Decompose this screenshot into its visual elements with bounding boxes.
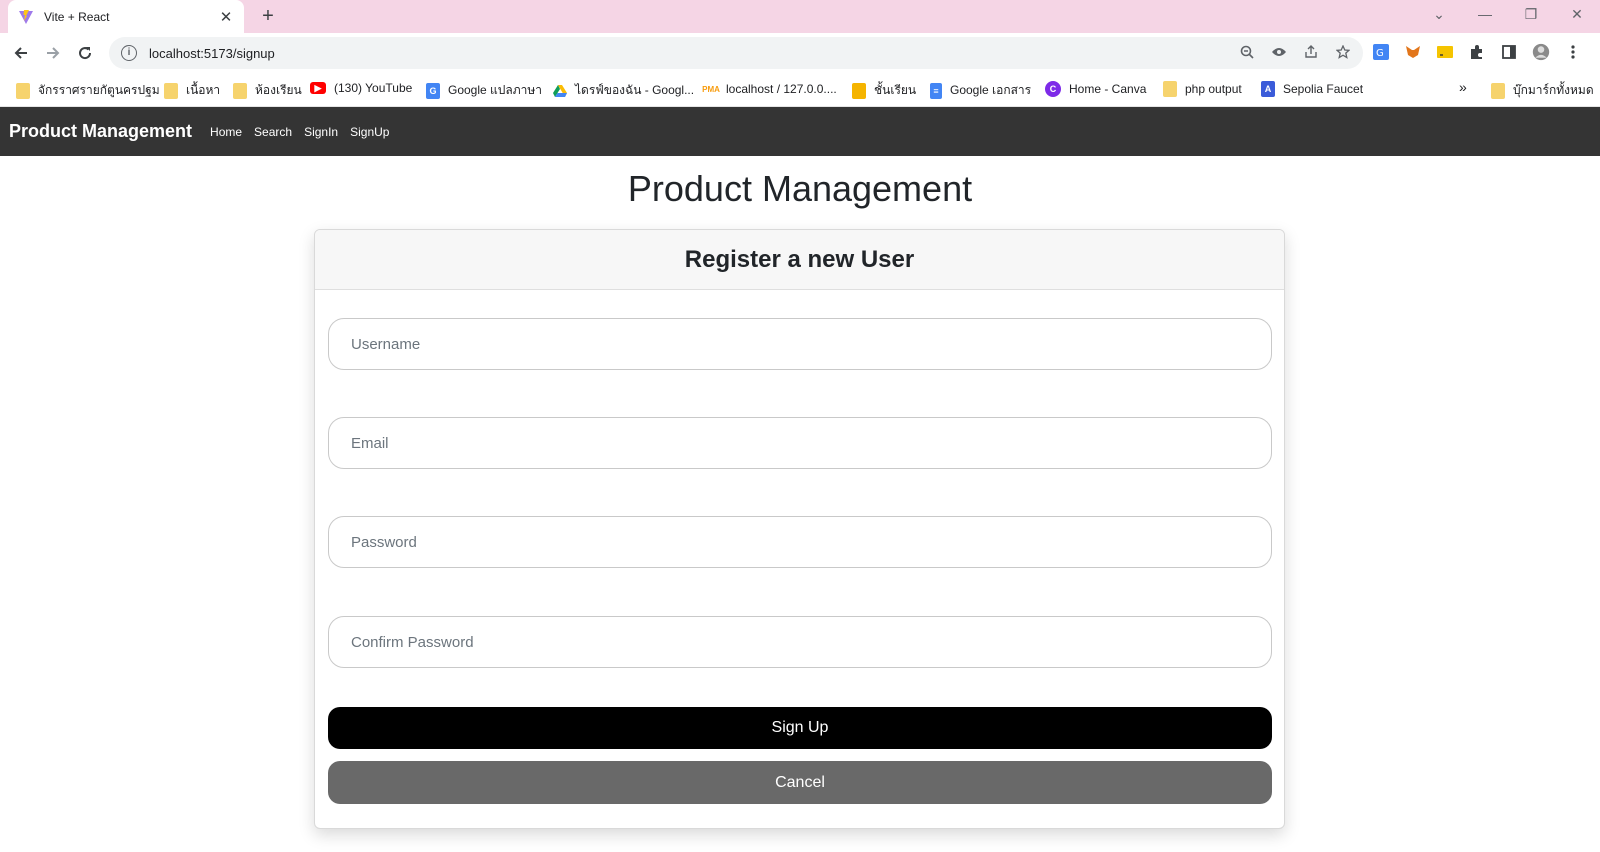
- close-window-button[interactable]: ✕: [1554, 0, 1600, 28]
- site-info-icon[interactable]: i: [121, 45, 137, 61]
- folder-icon: [1491, 82, 1505, 99]
- folder-icon: [233, 82, 247, 99]
- google-translate-extension-icon[interactable]: G: [1372, 43, 1390, 61]
- profile-avatar-icon[interactable]: [1532, 43, 1550, 61]
- email-input[interactable]: [328, 417, 1272, 469]
- extensions-area: G: [1372, 43, 1582, 61]
- nav-link-signin[interactable]: SignIn: [304, 125, 338, 139]
- forward-arrow-icon[interactable]: [39, 39, 67, 67]
- youtube-icon: ▶: [310, 82, 326, 94]
- card-title: Register a new User: [315, 230, 1284, 290]
- eye-icon[interactable]: [1271, 45, 1287, 62]
- address-bar[interactable]: i localhost:5173/signup: [109, 37, 1363, 69]
- url-text[interactable]: localhost:5173/signup: [149, 46, 1239, 61]
- bookmark-item[interactable]: จักรราศรายกัตูนครปฐม: [16, 81, 160, 100]
- bookmark-item[interactable]: เนื้อหา: [164, 81, 220, 100]
- confirm-password-input[interactable]: [328, 616, 1272, 668]
- bookmark-item[interactable]: ≡ Google เอกสาร: [930, 81, 1031, 100]
- app-navbar: Product Management Home Search SignIn Si…: [0, 107, 1600, 156]
- bookmark-item[interactable]: ไดรฟ์ของฉัน - Googl...: [553, 81, 694, 100]
- bookmarks-overflow-button[interactable]: »: [1459, 79, 1467, 95]
- minimize-button[interactable]: —: [1462, 0, 1508, 28]
- tab-title: Vite + React: [44, 9, 110, 24]
- bookmark-item[interactable]: C Home - Canva: [1045, 81, 1146, 97]
- svg-text:G: G: [1376, 48, 1384, 59]
- restore-button[interactable]: ❐: [1508, 0, 1554, 28]
- signup-card: Register a new User Sign Up Cancel: [314, 229, 1285, 829]
- browser-tab-active[interactable]: Vite + React ✕: [8, 0, 244, 33]
- bookmark-item[interactable]: php output: [1163, 81, 1242, 97]
- username-input[interactable]: [328, 318, 1272, 370]
- bookmark-item[interactable]: ชั้นเรียน: [852, 81, 916, 100]
- cast-extension-icon[interactable]: [1436, 43, 1454, 61]
- metamask-extension-icon[interactable]: [1404, 43, 1422, 61]
- tab-close-icon[interactable]: ✕: [218, 8, 234, 26]
- navbar-brand[interactable]: Product Management: [9, 121, 192, 142]
- folder-icon: [16, 82, 30, 99]
- drive-icon: [553, 83, 567, 99]
- all-bookmarks-folder[interactable]: บุ๊กมาร์กทั้งหมด: [1491, 81, 1594, 100]
- bookmark-item[interactable]: ▶ (130) YouTube: [310, 81, 412, 95]
- browser-tab-strip: Vite + React ✕ + ⌄ — ❐ ✕: [0, 0, 1600, 33]
- side-panel-icon[interactable]: [1500, 43, 1518, 61]
- bookmarks-bar: จักรราศรายกัตูนครปฐม เนื้อหา ห้องเรียน ▶…: [0, 73, 1600, 107]
- zoom-icon[interactable]: [1239, 45, 1255, 62]
- browser-toolbar: i localhost:5173/signup G: [0, 33, 1600, 73]
- bookmark-item[interactable]: PMA localhost / 127.0.0....: [702, 81, 837, 97]
- new-tab-button[interactable]: +: [256, 4, 280, 28]
- window-controls: ⌄ — ❐ ✕: [1416, 0, 1600, 28]
- reload-icon[interactable]: [71, 39, 99, 67]
- folder-icon: [1163, 81, 1177, 97]
- browser-menu-icon[interactable]: [1564, 43, 1582, 61]
- bookmark-star-icon[interactable]: [1335, 43, 1351, 62]
- vite-icon: [18, 9, 36, 25]
- bookmark-item[interactable]: G Google แปลภาษา: [426, 81, 542, 100]
- docs-icon: ≡: [930, 82, 942, 99]
- translate-icon: G: [426, 82, 440, 99]
- share-icon[interactable]: [1303, 44, 1319, 62]
- tab-search-icon[interactable]: ⌄: [1416, 0, 1462, 28]
- alchemy-icon: A: [1261, 81, 1275, 97]
- puzzle-extensions-icon[interactable]: [1468, 43, 1486, 61]
- nav-link-signup[interactable]: SignUp: [350, 125, 389, 139]
- cancel-button[interactable]: Cancel: [328, 761, 1272, 804]
- phpmyadmin-icon: PMA: [702, 84, 720, 94]
- classroom-icon: [852, 82, 866, 99]
- canva-icon: C: [1045, 81, 1061, 97]
- password-input[interactable]: [328, 516, 1272, 568]
- bookmark-item[interactable]: ห้องเรียน: [233, 81, 302, 100]
- nav-link-home[interactable]: Home: [210, 125, 242, 139]
- page-title: Product Management: [627, 168, 973, 209]
- folder-icon: [164, 82, 178, 99]
- signup-button[interactable]: Sign Up: [328, 707, 1272, 749]
- bookmark-item[interactable]: A Sepolia Faucet: [1261, 81, 1363, 97]
- nav-link-search[interactable]: Search: [254, 125, 292, 139]
- back-arrow-icon[interactable]: [7, 39, 35, 67]
